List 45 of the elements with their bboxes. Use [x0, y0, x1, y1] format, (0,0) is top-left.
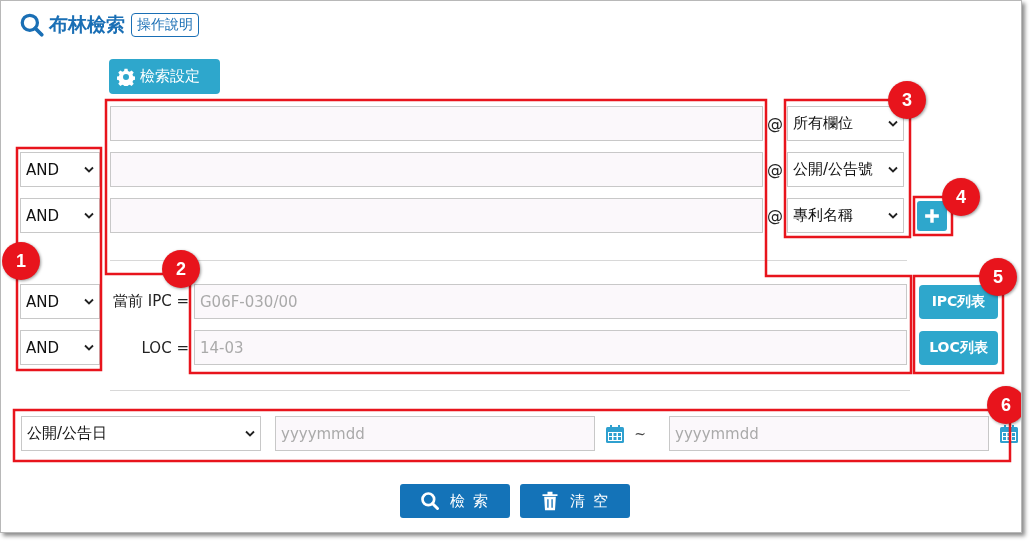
at-sign: @: [766, 160, 784, 179]
date-type-select[interactable]: 公開/公告日: [21, 416, 261, 451]
caret-icon: [84, 166, 94, 173]
at-sign: @: [766, 206, 784, 225]
calendar-icon[interactable]: [605, 423, 625, 444]
operator-select[interactable]: AND: [20, 284, 100, 319]
keyword-input[interactable]: [110, 152, 763, 187]
caret-icon: [84, 212, 94, 219]
at-sign: @: [766, 114, 784, 133]
date-input[interactable]: yyyymmdd: [669, 416, 989, 451]
gear-icon: [117, 67, 135, 86]
operator-select[interactable]: AND: [20, 198, 100, 233]
annotation-badge: 1: [2, 242, 40, 280]
field-select[interactable]: 專利名稱: [787, 198, 904, 233]
annotation-badge: 2: [162, 250, 200, 288]
page-title: 布林檢索: [49, 12, 125, 37]
caret-icon: [245, 430, 255, 437]
annotation-badge: 3: [888, 81, 926, 119]
search-icon: [19, 12, 45, 38]
keyword-input[interactable]: [110, 198, 763, 233]
operator-select[interactable]: AND: [20, 152, 100, 187]
field-select[interactable]: 公開/公告號: [787, 152, 904, 187]
caret-icon: [888, 120, 898, 127]
range-separator: ~: [633, 425, 647, 442]
search-icon: [419, 491, 440, 511]
caret-icon: [888, 166, 898, 173]
field-label: LOC =: [140, 338, 190, 357]
search-button[interactable]: 檢 索: [400, 484, 510, 518]
operator-select[interactable]: AND: [20, 330, 100, 365]
field-select[interactable]: 所有欄位: [787, 106, 904, 141]
annotation-badge: 5: [979, 258, 1017, 296]
caret-icon: [84, 344, 94, 351]
caret-icon: [84, 298, 94, 305]
clear-button[interactable]: 清 空: [520, 484, 630, 518]
field-label: 當前 IPC =: [111, 292, 190, 311]
caret-icon: [888, 212, 898, 219]
keyword-input[interactable]: [110, 106, 763, 141]
plus-icon: [924, 207, 940, 224]
help-button[interactable]: 操作說明: [131, 13, 199, 37]
annotation-badge: 6: [987, 386, 1021, 424]
annotation-badge: 4: [942, 178, 980, 216]
code-input[interactable]: G06F-030/00: [194, 284, 907, 319]
add-row-button[interactable]: [917, 200, 947, 231]
date-input[interactable]: yyyymmdd: [275, 416, 595, 451]
code-input[interactable]: 14-03: [194, 330, 907, 365]
